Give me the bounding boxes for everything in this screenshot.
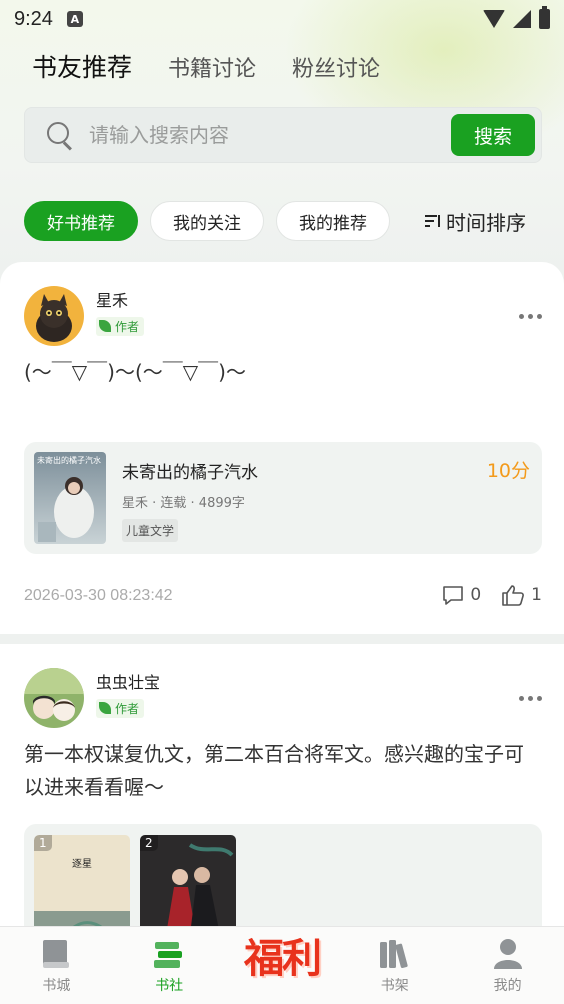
- search-button[interactable]: 搜索: [451, 114, 535, 156]
- top-tabs: 书友推荐 书籍讨论 粉丝讨论: [32, 48, 380, 85]
- sort-by-time-button[interactable]: 时间排序: [424, 207, 526, 236]
- post-card[interactable]: 星禾 作者 (〜￣▽￣)〜(〜￣▽￣)〜 未寄出的橘子汽水 未寄出的橘子汽水 1…: [0, 262, 564, 634]
- leaf-icon: [99, 320, 111, 332]
- thumbs-up-icon: [502, 585, 525, 606]
- avatar[interactable]: [24, 668, 84, 728]
- post-text: 第一本权谋复仇文，第二本百合将军文。感兴趣的宝子可以进来看看喔〜: [24, 742, 524, 799]
- comment-icon: [443, 586, 464, 605]
- post-actions: 0 1: [430, 584, 542, 606]
- sort-label: 时间排序: [446, 210, 526, 235]
- post-author[interactable]: 虫虫壮宝 作者: [24, 668, 160, 728]
- nav-community[interactable]: 书社: [124, 937, 214, 995]
- status-time: 9:24: [14, 7, 53, 30]
- comment-button[interactable]: 0: [442, 584, 481, 606]
- wifi-icon: [483, 10, 505, 28]
- book-tag: 儿童文学: [122, 519, 179, 542]
- bottom-navigation: 书城 书社 福利 书架 我的: [0, 926, 564, 1004]
- tab-label: 书友推荐: [32, 53, 133, 82]
- author-name: 星禾: [96, 290, 129, 310]
- badge-label: 作者: [115, 319, 140, 334]
- notification-icon: A: [66, 11, 83, 27]
- post-card[interactable]: 虫虫壮宝 作者 第一本权谋复仇文，第二本百合将军文。感兴趣的宝子可以进来看看喔〜…: [0, 644, 564, 935]
- nav-label: 书城: [42, 977, 71, 994]
- book-meta: 星禾 · 连载 · 4899字: [122, 496, 245, 511]
- book-cover[interactable]: 1 逐星: [34, 835, 130, 935]
- book-recommendation[interactable]: 未寄出的橘子汽水 未寄出的橘子汽水 10分 星禾 · 连载 · 4899字 儿童…: [24, 442, 542, 554]
- comment-count: 0: [470, 585, 482, 605]
- nav-label: 书社: [155, 977, 184, 994]
- author-badge: 作者: [96, 698, 145, 718]
- filter-my-recommend[interactable]: 我的推荐: [276, 201, 390, 241]
- leaf-icon: [99, 702, 111, 714]
- signal-icon: [513, 10, 531, 28]
- book-title: 未寄出的橘子汽水: [122, 463, 258, 483]
- author-name: 虫虫壮宝: [96, 672, 161, 692]
- like-count: 1: [531, 585, 542, 605]
- nav-label: 我的: [493, 977, 522, 994]
- sort-icon: [425, 215, 440, 227]
- nav-welfare[interactable]: 福利: [237, 935, 327, 984]
- search-icon: [47, 122, 73, 148]
- cover-title: 逐星: [72, 859, 92, 870]
- post-text: (〜￣▽￣)〜(〜￣▽￣)〜: [24, 360, 246, 384]
- more-options-icon[interactable]: [519, 314, 542, 319]
- filter-my-follows[interactable]: 我的关注: [150, 201, 264, 241]
- nav-bookstore[interactable]: 书城: [11, 937, 101, 995]
- search-input[interactable]: [89, 123, 451, 147]
- badge-label: 作者: [115, 701, 140, 716]
- post-date: 2026-03-30 08:23:42: [24, 587, 173, 604]
- book-cover: 未寄出的橘子汽水: [34, 452, 106, 544]
- book-list: 1 逐星 2: [24, 824, 542, 935]
- filter-bar: 好书推荐 我的关注 我的推荐 时间排序: [24, 200, 564, 242]
- filter-good-books[interactable]: 好书推荐: [24, 201, 138, 241]
- post-author[interactable]: 星禾 作者: [24, 286, 145, 346]
- battery-icon: [539, 6, 550, 29]
- welfare-icon: 福利: [243, 934, 322, 982]
- tab-fan-discussion[interactable]: 粉丝讨论: [292, 51, 380, 83]
- book-index: 2: [140, 835, 158, 851]
- tab-book-friend-recommend[interactable]: 书友推荐: [32, 48, 133, 85]
- search-bar: 搜索: [24, 107, 542, 163]
- book-score: 10分: [486, 460, 530, 482]
- nav-bookshelf[interactable]: 书架: [350, 937, 440, 995]
- book-icon: [39, 937, 73, 971]
- book-cover[interactable]: 2: [140, 835, 236, 935]
- tab-label: 粉丝讨论: [292, 57, 381, 82]
- like-button[interactable]: 1: [501, 584, 542, 606]
- status-bar: 9:24 A: [0, 0, 564, 38]
- avatar[interactable]: [24, 286, 84, 346]
- nav-profile[interactable]: 我的: [463, 937, 553, 995]
- cover-title: 未寄出的橘子汽水: [37, 456, 101, 465]
- books-stack-icon: [152, 937, 186, 971]
- tab-book-discussion[interactable]: 书籍讨论: [168, 51, 256, 83]
- profile-icon: [491, 937, 525, 971]
- more-options-icon[interactable]: [519, 696, 542, 701]
- author-badge: 作者: [96, 316, 145, 336]
- book-index: 1: [34, 835, 52, 851]
- nav-label: 书架: [380, 977, 409, 994]
- bookshelf-icon: [378, 937, 412, 971]
- tab-label: 书籍讨论: [168, 57, 257, 82]
